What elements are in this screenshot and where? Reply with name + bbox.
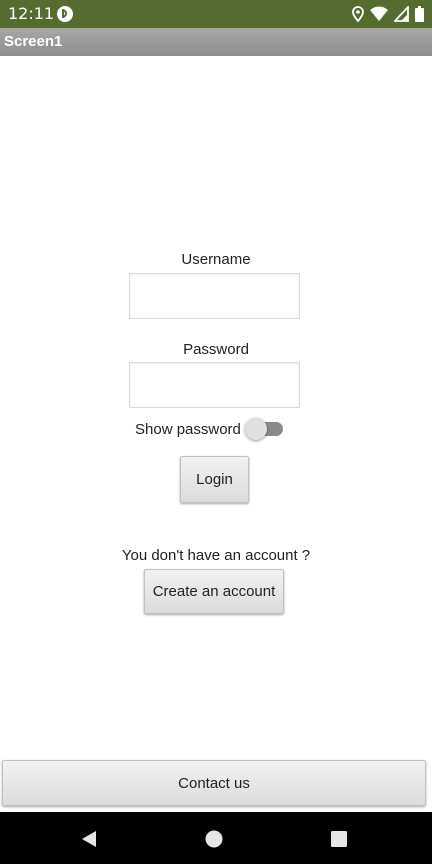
show-password-switch[interactable]	[244, 418, 283, 440]
create-account-button[interactable]: Create an account	[144, 569, 284, 614]
switch-thumb	[244, 418, 267, 440]
location-icon	[352, 6, 364, 22]
password-label: Password	[183, 341, 249, 358]
battery-icon	[415, 6, 424, 22]
cell-signal-icon	[394, 6, 409, 22]
status-icons	[352, 5, 424, 23]
username-label: Username	[181, 251, 251, 268]
show-password-label: Show password	[135, 420, 241, 438]
home-icon[interactable]	[203, 828, 225, 850]
screen-title: Screen1	[4, 33, 63, 50]
login-button[interactable]: Login	[180, 456, 249, 503]
status-time: 12:11	[8, 4, 55, 23]
status-bar: 12:11	[0, 0, 432, 28]
show-password-row: Show password	[135, 418, 283, 440]
navigation-bar	[0, 812, 432, 864]
account-prompt: You don't have an account ?	[121, 547, 311, 564]
contact-us-button[interactable]: Contact us	[2, 760, 426, 806]
app-notification-icon	[57, 6, 73, 22]
back-icon[interactable]	[78, 828, 100, 850]
title-bar: Screen1	[0, 28, 432, 56]
username-field[interactable]	[129, 273, 300, 319]
recents-icon[interactable]	[328, 828, 350, 850]
wifi-icon	[370, 6, 388, 21]
password-field[interactable]	[129, 362, 300, 408]
